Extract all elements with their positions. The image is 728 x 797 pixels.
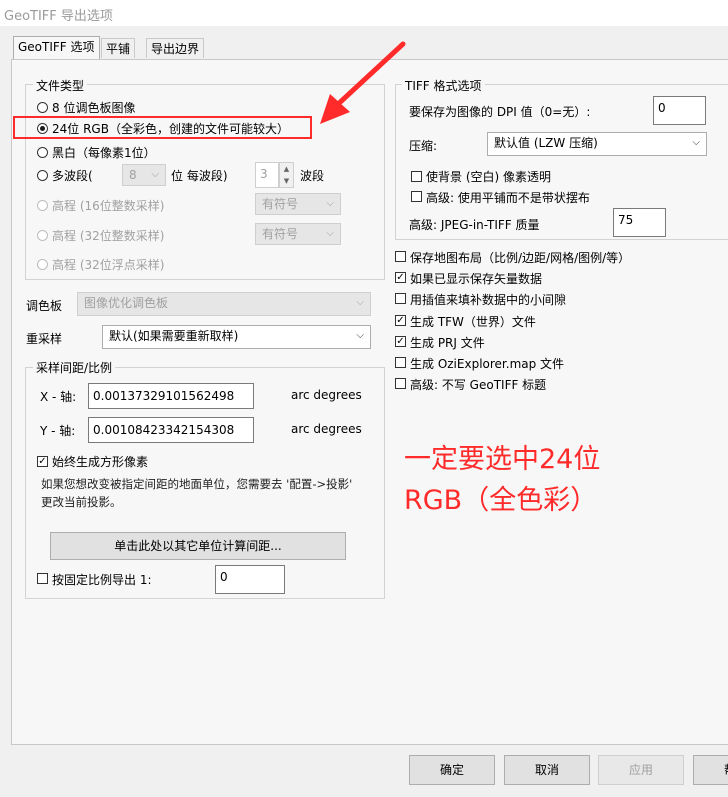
tiled-checkbox[interactable] [411,191,422,202]
square-pixels-checkbox[interactable]: ✓ [37,456,48,467]
prj-label: 生成 PRJ 文件 [410,336,485,350]
calc-spacing-button[interactable]: 单击此处以其它单位计算间距... [50,532,346,560]
chevron-down-icon: ⌵ [692,137,700,148]
chevron-down-icon: ⌵ [151,169,159,180]
dpi-input[interactable]: 0 [653,96,706,125]
multiband-count-input[interactable]: 3 [255,162,279,188]
radio-8bit-palette-label: 8 位调色板图像 [52,101,136,115]
radio-elevation-32int-label: 高程 (32位整数采样) [52,229,165,243]
tab-geotiff-options[interactable]: GeoTIFF 选项 [13,36,100,60]
radio-elevation-32float-label: 高程 (32位浮点采样) [52,258,165,272]
annotation-line1: 一定要选中24位 [404,444,601,475]
fixed-scale-checkbox[interactable] [37,573,48,584]
red-arrow-icon [320,41,406,124]
apply-button[interactable]: 应用 [598,755,684,785]
palette-select[interactable]: 图像优化调色板 ⌵ [77,292,371,316]
cancel-button[interactable]: 取消 [504,755,590,785]
transparent-bg-checkbox[interactable] [411,171,422,182]
chevron-down-icon: ⌵ [326,198,334,209]
x-spacing-input[interactable]: 0.00137329101562498 [88,383,254,409]
radio-black-white[interactable] [37,147,48,158]
chevron-down-icon: ⌵ [356,330,364,341]
window-title: GeoTIFF 导出选项 [4,9,113,24]
radio-multiband-label: 多波段( [52,169,93,183]
annotation-line2: RGB（全色彩） [404,485,598,516]
save-vector-label: 如果已显示保存矢量数据 [410,272,543,286]
radio-black-white-label: 黑白（每像素1位） [52,146,156,160]
square-pixels-label: 始终生成方形像素 [52,455,149,469]
chevron-down-icon: ⌵ [326,228,334,239]
palette-label: 调色板 [26,299,63,313]
tiled-label: 高级: 使用平铺而不是带状摆布 [426,191,590,205]
jpeg-quality-label: 高级: JPEG-in-TIFF 质量 [409,218,540,232]
tiff-format-group-label: TIFF 格式选项 [402,77,485,94]
chevron-down-icon: ⌵ [356,297,364,308]
radio-multiband[interactable] [37,170,48,181]
spacing-info-line2: 更改当前投影。 [41,495,122,509]
ok-button[interactable]: 确定 [409,755,495,785]
spacing-group-label: 采样间距/比例 [33,359,116,376]
resample-select[interactable]: 默认(如果需要重新取样) ⌵ [102,325,371,349]
no-geotiff-header-checkbox[interactable] [395,378,406,389]
resample-label: 重采样 [26,332,63,346]
dialog-window: GeoTIFF 导出选项 GeoTIFF 选项 平铺 导出边界 文件类型 8 位… [0,0,728,797]
fixed-scale-label: 按固定比例导出 1: [52,573,152,587]
y-spacing-input[interactable]: 0.00108423342154308 [88,417,254,443]
y-units-label: arc degrees [291,422,362,436]
radio-elevation-32int[interactable] [37,230,48,241]
save-vector-checkbox[interactable]: ✓ [395,272,406,283]
save-layout-label: 保存地图布局（比例/边距/网格/图例/等） [410,251,631,265]
signed-32-value: 有符号 [262,227,299,241]
tab-tiling[interactable]: 平铺 [101,38,136,58]
tfw-label: 生成 TFW（世界）文件 [410,315,536,329]
interpolate-label: 用插值来填补数据中的小间隙 [410,293,567,307]
multiband-count-label: 波段 [300,169,325,183]
interpolate-checkbox[interactable] [395,293,406,304]
transparent-bg-label: 使背景 (空白) 像素透明 [426,170,551,184]
help-button[interactable]: 帮 [693,755,728,785]
multiband-bits-label: 位 每波段) [171,169,228,183]
tfw-checkbox[interactable]: ✓ [395,315,406,326]
tab-export-bounds[interactable]: 导出边界 [146,38,205,58]
spacing-info-line1: 如果您想改变被指定间距的地面单位，您需要去 '配置->投影' [41,477,353,491]
multiband-bits-select[interactable]: 8 ⌵ [122,164,166,186]
jpeg-quality-input[interactable]: 75 [613,208,666,237]
dpi-label: 要保存为图像的 DPI 值（0=无）: [409,105,591,119]
no-geotiff-header-label: 高级: 不写 GeoTIFF 标题 [410,378,547,392]
compress-label: 压缩: [409,139,438,153]
multiband-count-spinner[interactable]: ▲ ▼ [279,162,294,188]
fixed-scale-input[interactable]: 0 [215,565,285,594]
file-type-group-label: 文件类型 [33,77,88,94]
title-bar: GeoTIFF 导出选项 [0,0,728,26]
ozi-map-label: 生成 OziExplorer.map 文件 [410,357,565,371]
x-units-label: arc degrees [291,388,362,402]
y-axis-label: Y - 轴: [40,424,76,438]
compress-select[interactable]: 默认值 (LZW 压缩) ⌵ [487,132,707,156]
radio-8bit-palette[interactable] [37,102,48,113]
signed-32-select[interactable]: 有符号 ⌵ [255,223,341,245]
x-axis-label: X - 轴: [40,390,77,404]
prj-checkbox[interactable]: ✓ [395,336,406,347]
radio-elevation-16int[interactable] [37,200,48,211]
signed-16-value: 有符号 [262,197,299,211]
save-layout-checkbox[interactable] [395,251,406,262]
radio-elevation-16int-label: 高程 (16位整数采样) [52,199,165,213]
palette-value: 图像优化调色板 [84,296,169,310]
compress-value: 默认值 (LZW 压缩) [494,136,598,150]
ozi-map-checkbox[interactable] [395,357,406,368]
resample-value: 默认(如果需要重新取样) [109,329,239,343]
red-highlight-box [13,116,312,139]
multiband-bits-value: 8 [129,168,137,182]
signed-16-select[interactable]: 有符号 ⌵ [255,193,341,215]
radio-elevation-32float[interactable] [37,259,48,270]
